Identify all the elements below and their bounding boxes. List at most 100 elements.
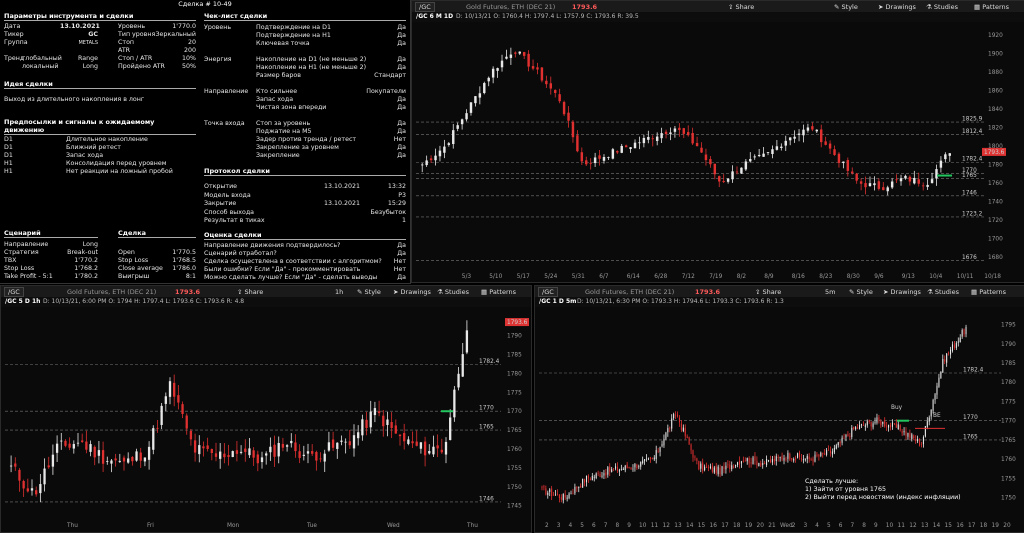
candle-body (726, 178, 730, 182)
daily-style-label: Style (841, 3, 858, 11)
y-tick: 1795 (1001, 323, 1016, 329)
m5-style-button[interactable]: ✎ Style (849, 288, 873, 296)
candle-body (453, 389, 456, 418)
m5-ohlc: D: 10/13/21, 6:30 PM O: 1793.3 H: 1794.6… (577, 298, 784, 305)
candle-body (560, 497, 562, 500)
candle-body (864, 183, 867, 188)
level-label: 1765 (962, 173, 977, 179)
deal-param: Выигрыш (118, 273, 150, 280)
candle-body (909, 433, 911, 438)
group-label: Группа (4, 39, 28, 46)
candle-body (758, 463, 760, 467)
candle-body (694, 456, 696, 458)
drawings-icon: ➤ (883, 288, 889, 296)
hourly-chart[interactable]: 1782.4 1770 1765 1746 1790 1785 1780 1775 1770 17… (1, 307, 531, 532)
daily-chart[interactable]: 1825.91812.41782.41770176517461723.21676… (412, 22, 1024, 282)
hourly-symbol-desc: Gold Futures, ETH (DEC 21) (67, 288, 157, 296)
candle-body (913, 177, 916, 184)
m5-patterns-button[interactable]: ▦ Patterns (971, 288, 1006, 296)
candle-body (589, 479, 591, 481)
chart-bg (412, 22, 1024, 282)
daily-studies-button[interactable]: ⚗ Studies (926, 3, 958, 11)
x-tick: 12 (663, 523, 671, 529)
candle-body (766, 458, 768, 465)
daily-share-button[interactable]: ⇪ Share (728, 3, 754, 11)
candle-body (893, 423, 895, 425)
style-icon: ✎ (834, 3, 840, 11)
candle-body (711, 466, 713, 472)
candle-body (616, 466, 619, 471)
x-tick: 21 (768, 523, 776, 529)
note-title: Сделать лучше: (805, 478, 859, 485)
checklist-group: Точка входа (204, 120, 245, 127)
candle-body (862, 425, 864, 426)
candle-body (578, 486, 580, 488)
daily-drawings-button[interactable]: ➤ Drawings (878, 3, 916, 11)
candle-body (139, 452, 142, 461)
x-tick: 10 (886, 523, 894, 529)
candle-body (277, 443, 280, 457)
checklist-item: Закрепление за уровнем (256, 144, 339, 151)
candle-body (611, 149, 615, 159)
candle-body (944, 359, 946, 362)
candle-body (574, 486, 576, 494)
hourly-ohlc: D: 10/13/21, 6:00 PM O: 1794 H: 1797.4 L… (43, 298, 245, 305)
candle-body (589, 163, 592, 165)
hourly-symbol-input[interactable]: /GC (4, 287, 24, 297)
candle-body (620, 145, 623, 153)
level-label: 1723.2 (962, 211, 983, 217)
daily-style-button[interactable]: ✎ Style (834, 3, 858, 11)
m5-drawings-button[interactable]: ➤ Drawings (883, 288, 921, 296)
candle-body (382, 415, 385, 427)
hourly-studies-button[interactable]: ⚗ Studies (437, 288, 469, 296)
candle-body (432, 446, 435, 455)
scenario-param: Stop Loss (4, 265, 35, 272)
hourly-chart-pane[interactable]: /GC Gold Futures, ETH (DEC 21) 1793.6 ⇪ … (0, 285, 532, 533)
candle-body (951, 344, 954, 351)
candle-body (930, 409, 932, 417)
candle-body (771, 459, 773, 463)
candle-body (713, 163, 717, 175)
candle-body (671, 418, 673, 429)
m5-last-price: 1793.6 (695, 288, 721, 296)
candle-body (858, 425, 861, 430)
candle-body (824, 141, 827, 145)
candle-body (886, 426, 888, 428)
candle-body (580, 152, 584, 162)
signal-timeframe: D1 (4, 136, 13, 143)
candle-body (781, 455, 783, 460)
candle-body (505, 56, 508, 59)
x-tick: 19 (745, 523, 753, 529)
m5-studies-button[interactable]: ⚗ Studies (927, 288, 959, 296)
y-tick: 1780 (1001, 380, 1016, 386)
candle-body (752, 457, 754, 465)
hourly-style-button[interactable]: ✎ Style (357, 288, 381, 296)
candle-body (93, 446, 96, 458)
candle-body (750, 462, 752, 464)
m5-share-button[interactable]: ⇪ Share (755, 288, 781, 296)
candle-body (676, 414, 679, 417)
candle-body (452, 130, 455, 145)
candle-body (841, 437, 843, 443)
candle-body (864, 425, 866, 427)
candle-body (673, 414, 675, 419)
hourly-timeframe[interactable]: 1h (335, 288, 343, 296)
x-tick: 8/23 (819, 274, 832, 280)
candle-body (706, 466, 708, 468)
x-tick: 3 (804, 523, 808, 529)
candle-body (886, 187, 889, 192)
candle-body (901, 430, 903, 434)
m5-chart-pane[interactable]: /GC Gold Futures, ETH (DEC 21) 1793.6 ⇪ … (534, 285, 1024, 533)
x-tick: 15 (698, 523, 706, 529)
m5-timeframe[interactable]: 5m (825, 288, 835, 296)
hourly-drawings-button[interactable]: ➤ Drawings (393, 288, 431, 296)
m5-symbol-input[interactable]: /GC (538, 287, 558, 297)
daily-chart-pane[interactable]: /GC Gold Futures, ETH (DEC 21) 1793.6 ⇪ … (411, 0, 1024, 283)
x-tick: 8/2 (737, 274, 747, 280)
scenario-value: 1'780.2 (74, 273, 98, 280)
candle-body (327, 442, 331, 451)
daily-symbol-input[interactable]: /GC (415, 2, 435, 12)
hourly-share-button[interactable]: ⇪ Share (237, 288, 263, 296)
hourly-patterns-button[interactable]: ▦ Patterns (481, 288, 516, 296)
daily-patterns-button[interactable]: ▦ Patterns (974, 3, 1009, 11)
